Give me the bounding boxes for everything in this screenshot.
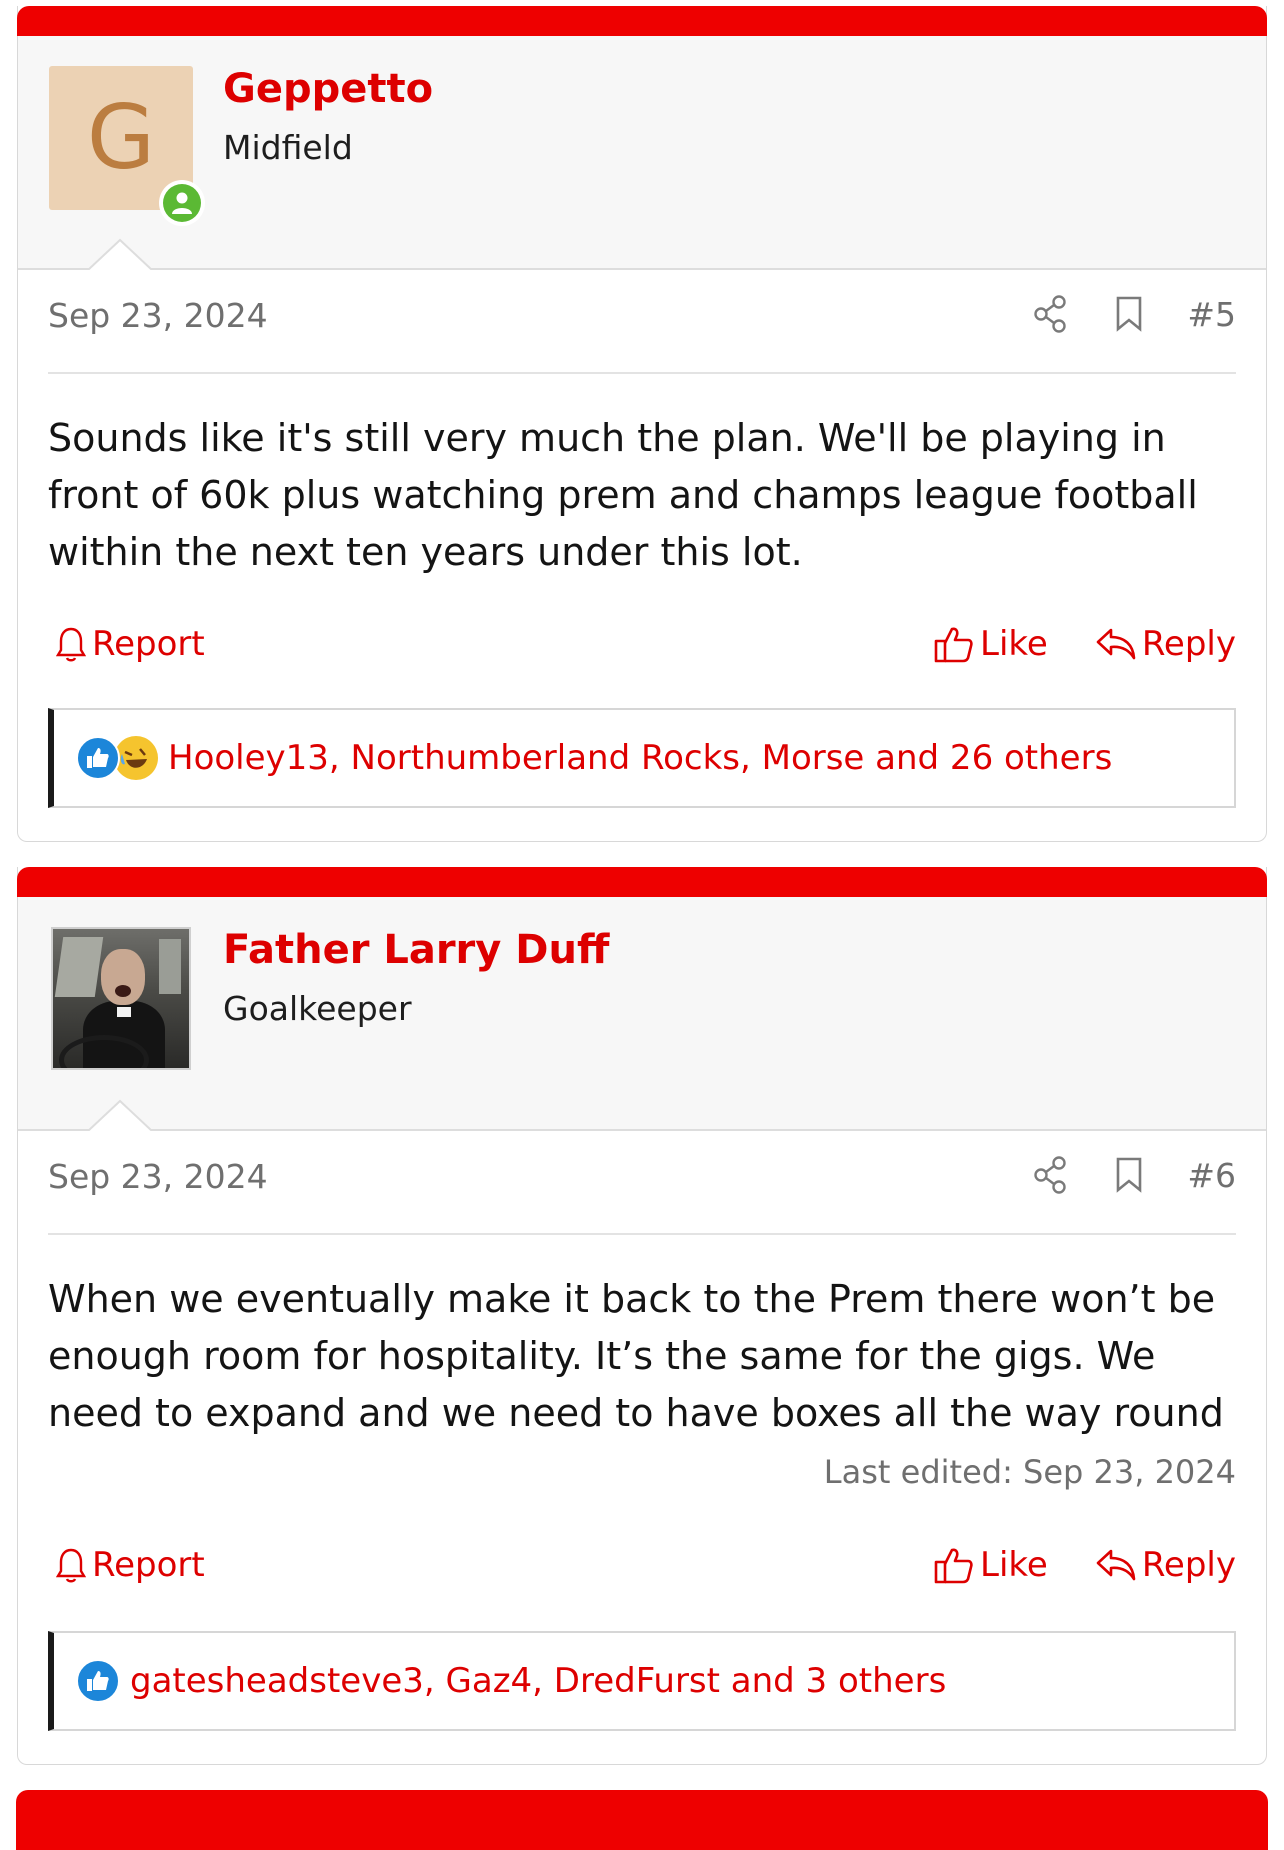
username[interactable]: Geppetto <box>223 66 433 112</box>
user-avatar[interactable] <box>51 927 195 1071</box>
reactions-text[interactable]: Hooley13, Northumberland Rocks, Morse an… <box>168 738 1112 778</box>
post-actions-left: Report <box>56 624 205 664</box>
report-button[interactable]: Report <box>56 624 205 664</box>
laugh-reaction-icon <box>114 736 158 780</box>
reply-button[interactable]: Reply <box>1096 624 1236 664</box>
post-meta-actions: #5 <box>1031 294 1236 334</box>
report-button[interactable]: Report <box>56 1545 205 1585</box>
post-date[interactable]: Sep 23, 2024 <box>48 296 268 335</box>
thumbs-up-icon <box>934 627 973 663</box>
last-edited: Last edited: Sep 23, 2024 <box>823 1453 1236 1491</box>
like-label: Like <box>980 624 1048 664</box>
avatar-photo <box>51 927 191 1070</box>
post-header-bar <box>17 867 1267 897</box>
post-date[interactable]: Sep 23, 2024 <box>48 1157 268 1196</box>
post-user-header: Father Larry Duff Goalkeeper <box>18 897 1266 1131</box>
reactions-bar[interactable]: Hooley13, Northumberland Rocks, Morse an… <box>48 708 1236 808</box>
reply-button[interactable]: Reply <box>1096 1545 1236 1585</box>
post-6: Father Larry Duff Goalkeeper Sep 23, 202… <box>17 867 1267 1765</box>
meta-divider <box>48 372 1236 374</box>
reply-label: Reply <box>1141 1545 1236 1585</box>
bell-icon <box>56 627 86 662</box>
username[interactable]: Father Larry Duff <box>223 927 609 973</box>
report-label: Report <box>92 1545 205 1585</box>
post-header-bar <box>17 6 1267 36</box>
bookmark-icon[interactable] <box>1109 294 1149 334</box>
reactions-text[interactable]: gatesheadsteve3, Gaz4, DredFurst and 3 o… <box>130 1661 946 1701</box>
post-meta-actions: #6 <box>1031 1155 1236 1195</box>
user-avatar[interactable]: G <box>49 66 205 226</box>
user-title: Goalkeeper <box>223 989 412 1028</box>
like-reaction-icon <box>76 1659 120 1703</box>
post-message: When we eventually make it back to the P… <box>48 1277 1224 1435</box>
post-actions-left: Report <box>56 1545 205 1585</box>
report-label: Report <box>92 624 205 664</box>
user-title: Midfield <box>223 128 353 167</box>
like-reaction-icon <box>76 736 120 780</box>
header-pointer-arrow <box>88 238 152 270</box>
post-number[interactable]: #5 <box>1187 295 1236 334</box>
like-label: Like <box>980 1545 1048 1585</box>
bookmark-icon[interactable] <box>1109 1155 1149 1195</box>
reactions-bar[interactable]: gatesheadsteve3, Gaz4, DredFurst and 3 o… <box>48 1631 1236 1731</box>
online-status-icon <box>159 180 205 226</box>
bell-icon <box>56 1548 86 1583</box>
post-number[interactable]: #6 <box>1187 1156 1236 1195</box>
post-user-header: G Geppetto Midfield <box>18 36 1266 270</box>
next-post-header-bar <box>16 1790 1268 1850</box>
like-button[interactable]: Like <box>934 624 1048 664</box>
reply-icon <box>1096 1549 1136 1581</box>
post-actions-right: Like Reply <box>934 624 1236 664</box>
header-pointer-arrow <box>88 1099 152 1131</box>
thumbs-up-icon <box>934 1548 973 1584</box>
share-icon[interactable] <box>1031 294 1071 334</box>
post-message: Sounds like it's still very much the pla… <box>48 416 1198 574</box>
post-5: G Geppetto Midfield Sep 23, 2024 #5 Soun… <box>17 6 1267 842</box>
reply-label: Reply <box>1141 624 1236 664</box>
like-button[interactable]: Like <box>934 1545 1048 1585</box>
post-actions-right: Like Reply <box>934 1545 1236 1585</box>
share-icon[interactable] <box>1031 1155 1071 1195</box>
reply-icon <box>1096 628 1136 660</box>
meta-divider <box>48 1233 1236 1235</box>
